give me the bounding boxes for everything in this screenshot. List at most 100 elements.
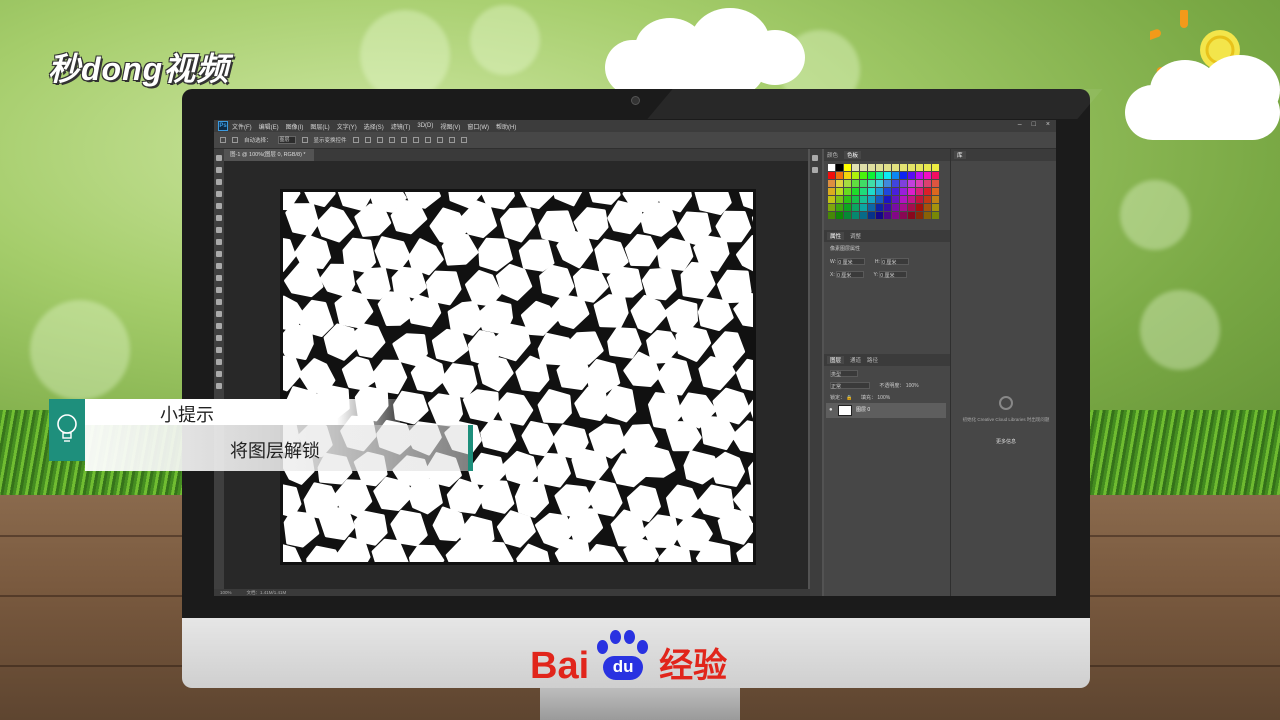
swatch[interactable] [908,204,915,211]
swatch[interactable] [924,180,931,187]
swatch[interactable] [892,212,899,219]
swatch[interactable] [852,196,859,203]
swatch[interactable] [860,196,867,203]
swatch[interactable] [924,188,931,195]
eye-icon[interactable]: ● [829,407,833,413]
swatch[interactable] [828,212,835,219]
zoom-tool-icon[interactable] [216,383,222,389]
swatch[interactable] [876,164,883,171]
swatch[interactable] [884,172,891,179]
swatch[interactable] [844,196,851,203]
swatch[interactable] [908,180,915,187]
document-tab[interactable]: 图-1 @ 100%(图层 0, RGB/8) * [224,149,314,161]
swatch[interactable] [892,204,899,211]
swatch[interactable] [876,212,883,219]
swatch[interactable] [836,188,843,195]
crop-tool-icon[interactable] [216,203,222,209]
align-right-icon[interactable] [412,137,419,143]
move-tool-icon[interactable] [216,155,222,161]
swatch[interactable] [860,164,867,171]
swatch[interactable] [900,172,907,179]
swatch[interactable] [924,196,931,203]
dodge-tool-icon[interactable] [216,311,222,317]
height-field[interactable]: 0 厘米 [881,258,910,266]
move-tool-icon[interactable] [220,137,226,143]
properties-icon[interactable] [812,167,818,173]
swatch[interactable] [932,188,939,195]
blend-mode-dropdown[interactable]: 正常 [830,382,870,390]
menu-type[interactable]: 文字(Y) [337,122,357,131]
tab-swatches[interactable]: 色板 [844,151,862,159]
swatch[interactable] [932,172,939,179]
swatch[interactable] [876,180,883,187]
swatch[interactable] [924,172,931,179]
auto-select-dropdown[interactable]: 图层 [277,136,296,144]
swatch[interactable] [924,164,931,171]
swatch[interactable] [900,196,907,203]
layer-row[interactable]: ● 图层 0 [826,403,946,418]
swatch[interactable] [868,204,875,211]
swatch[interactable] [924,204,931,211]
y-field[interactable]: 0 厘米 [879,271,908,279]
swatch[interactable] [836,172,843,179]
minimize-icon[interactable]: – [1018,121,1022,128]
menu-select[interactable]: 选择(S) [364,122,384,131]
close-icon[interactable]: × [1046,121,1050,128]
swatch[interactable] [860,188,867,195]
swatch[interactable] [868,164,875,171]
swatch[interactable] [844,204,851,211]
canvas-area[interactable] [224,161,808,589]
swatch[interactable] [932,164,939,171]
swatch[interactable] [860,172,867,179]
swatch[interactable] [868,212,875,219]
swatch[interactable] [860,204,867,211]
healing-tool-icon[interactable] [216,227,222,233]
swatch[interactable] [876,204,883,211]
swatch[interactable] [908,188,915,195]
menu-window[interactable]: 窗口(W) [467,122,489,131]
swatch[interactable] [828,180,835,187]
swatch[interactable] [844,188,851,195]
swatch[interactable] [916,212,923,219]
menu-layer[interactable]: 图层(L) [310,122,329,131]
swatch[interactable] [868,188,875,195]
swatch[interactable] [828,188,835,195]
blur-tool-icon[interactable] [216,299,222,305]
document-canvas[interactable] [280,189,756,565]
history-icon[interactable] [812,155,818,161]
swatch[interactable] [900,164,907,171]
swatch[interactable] [836,212,843,219]
swatch[interactable] [884,188,891,195]
swatch[interactable] [916,204,923,211]
align-middle-icon[interactable] [364,137,371,143]
menu-edit[interactable]: 编辑(E) [259,122,279,131]
menu-image[interactable]: 图像(I) [286,122,304,131]
menu-file[interactable]: 文件(F) [232,122,252,131]
tab-channels[interactable]: 通道 [850,356,861,364]
align-center-icon[interactable] [400,137,407,143]
shape-tool-icon[interactable] [216,359,222,365]
swatch[interactable] [932,180,939,187]
swatch[interactable] [900,188,907,195]
swatch[interactable] [916,180,923,187]
path-select-icon[interactable] [216,347,222,353]
swatch[interactable] [852,172,859,179]
pen-tool-icon[interactable] [216,323,222,329]
opacity-value[interactable]: 100% [906,383,919,389]
quick-select-tool-icon[interactable] [216,191,222,197]
swatch[interactable] [860,212,867,219]
history-brush-icon[interactable] [216,263,222,269]
swatch[interactable] [932,212,939,219]
tab-layers[interactable]: 图层 [827,356,845,364]
swatch[interactable] [836,204,843,211]
swatch[interactable] [932,204,939,211]
swatch[interactable] [876,188,883,195]
tab-color[interactable]: 颜色 [827,151,838,159]
swatch[interactable] [884,164,891,171]
auto-select-checkbox[interactable] [232,137,238,143]
swatch[interactable] [852,164,859,171]
more-info-link[interactable]: 更多信息 [961,438,1051,445]
swatch[interactable] [852,212,859,219]
swatch[interactable] [908,164,915,171]
type-tool-icon[interactable] [216,335,222,341]
